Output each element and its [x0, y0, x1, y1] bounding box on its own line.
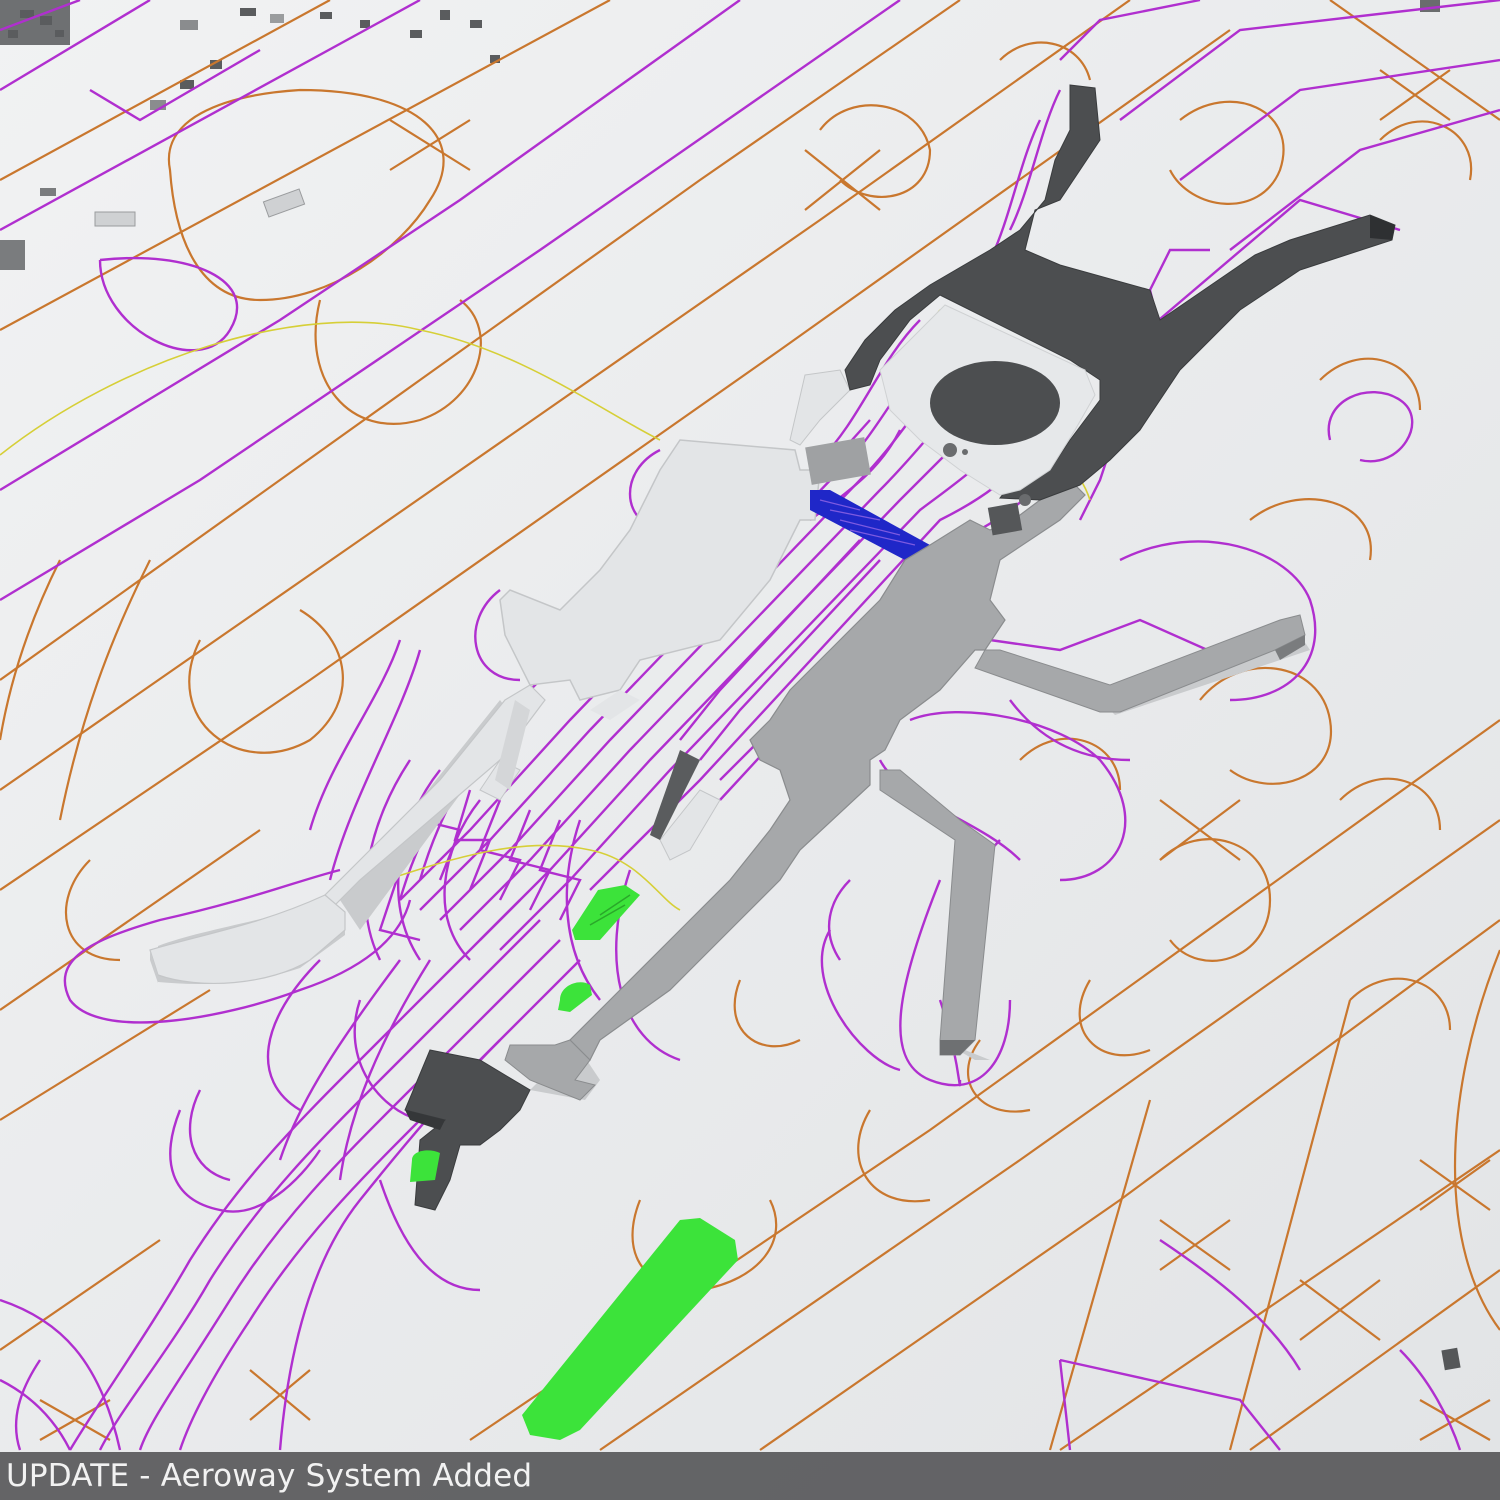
isolated-box — [1441, 1347, 1461, 1371]
airport-3d-render — [0, 0, 1500, 1500]
caption-text: UPDATE - Aeroway System Added — [6, 1458, 533, 1494]
oval-structure — [930, 361, 1060, 445]
